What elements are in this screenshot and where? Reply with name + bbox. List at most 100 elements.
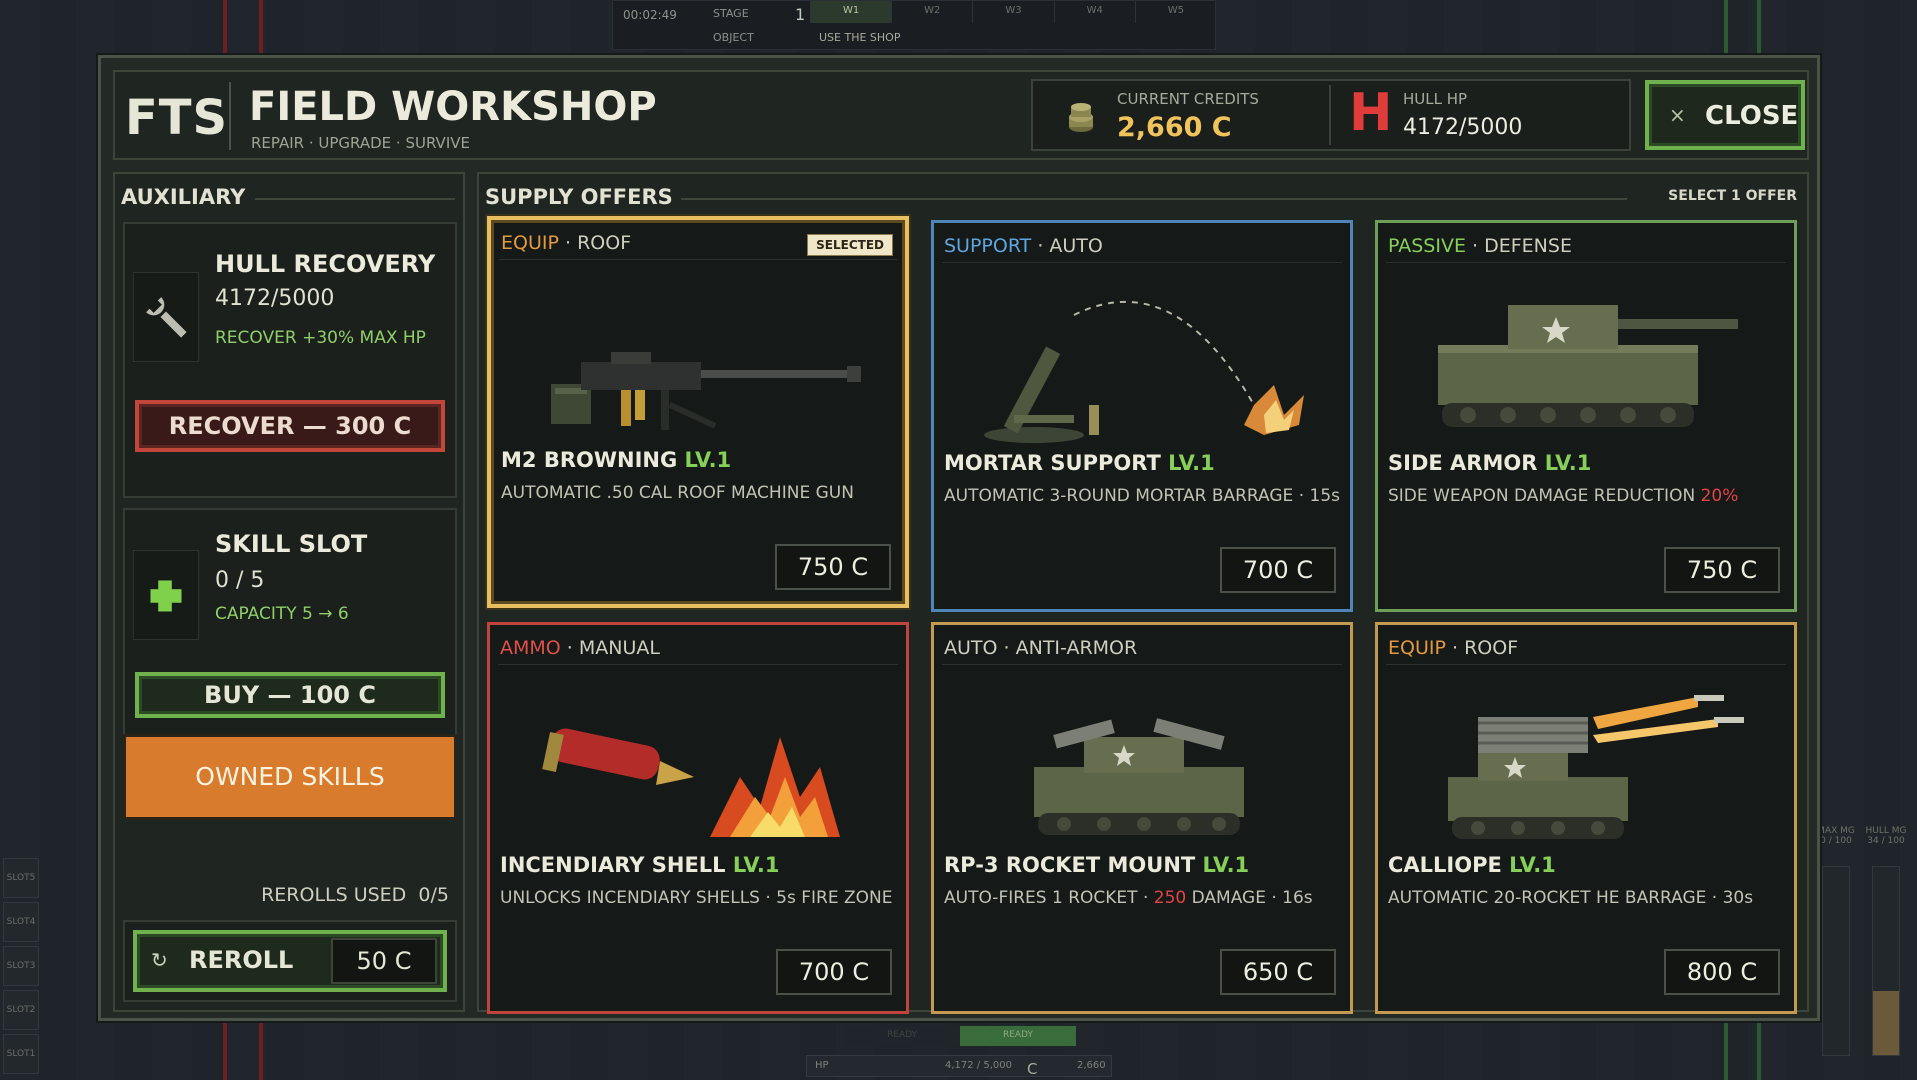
category-tag: EQUIP xyxy=(501,232,559,254)
hull-recovery-card: HULL RECOVERY 4172/5000 RECOVER +30% MAX… xyxy=(123,222,457,498)
category-sub: AUTO xyxy=(1049,235,1103,257)
offer-card-mortar-support[interactable]: SUPPORT · AUTO MORTAR SUPPORT LV.1 AUTOM… xyxy=(931,220,1353,612)
item-level: LV.1 xyxy=(1202,853,1250,877)
category-tag: AUTO xyxy=(944,637,998,659)
bottom-hud: HP 4,172 / 5,000 C 2,660 xyxy=(806,1055,1112,1078)
machine-gun-icon xyxy=(551,352,861,430)
skill-slot-title: SKILL SLOT xyxy=(215,530,368,558)
price-tag: 750 C xyxy=(1664,547,1780,593)
card-description: AUTOMATIC 20-ROCKET HE BARRAGE · 30s xyxy=(1388,888,1754,908)
item-name: MORTAR SUPPORT xyxy=(944,451,1161,475)
mortar-icon xyxy=(984,300,1304,443)
price-tag: 700 C xyxy=(776,949,892,995)
item-name: CALLIOPE xyxy=(1388,853,1502,877)
selected-badge: SELECTED xyxy=(807,234,893,256)
card-header: SUPPORT · AUTO xyxy=(942,229,1342,263)
card-header: AUTO · ANTI-ARMOR xyxy=(942,631,1342,665)
card-description: AUTOMATIC 3-ROUND MORTAR BARRAGE · 15s xyxy=(944,486,1340,506)
hull-recovery-value: 4172/5000 xyxy=(215,286,335,311)
card-title: CALLIOPE LV.1 xyxy=(1388,853,1556,877)
recover-button[interactable]: RECOVER — 300 C xyxy=(135,400,445,452)
meter-value: 0 / 100 xyxy=(1820,836,1852,846)
category-tag: EQUIP xyxy=(1388,637,1446,659)
close-icon: × xyxy=(1669,103,1686,127)
close-button[interactable]: × CLOSE xyxy=(1645,80,1805,150)
hull-hp-label: HULL HP xyxy=(1403,90,1468,108)
field-workshop-panel: FTS FIELD WORKSHOP REPAIR · UPGRADE · SU… xyxy=(98,55,1820,1021)
card-title: SIDE ARMOR LV.1 xyxy=(1388,451,1591,475)
desc-text: AUTO-FIRES 1 ROCKET · xyxy=(944,888,1154,908)
category-sub: MANUAL xyxy=(578,637,660,659)
status-box: CURRENT CREDITS 2,660 C H HULL HP 4172/5… xyxy=(1031,79,1631,151)
offer-card-m2-browning[interactable]: EQUIP · ROOF SELECTED M2 BROWNING LV.1 A… xyxy=(487,216,909,608)
card-description: AUTOMATIC .50 CAL ROOF MACHINE GUN xyxy=(501,483,854,503)
category-tag: PASSIVE xyxy=(1388,235,1466,257)
stage-label: STAGE xyxy=(713,7,749,20)
card-title: RP-3 ROCKET MOUNT LV.1 xyxy=(944,853,1249,877)
rerolls-counter: REROLLS USED 0/5 xyxy=(261,884,449,906)
card-title: M2 BROWNING LV.1 xyxy=(501,448,731,472)
card-title: INCENDIARY SHELL LV.1 xyxy=(500,853,780,877)
category-sub: DEFENSE xyxy=(1484,235,1572,257)
card-category: EQUIP · ROOF xyxy=(1388,637,1519,659)
price-tag: 750 C xyxy=(775,544,891,590)
reroll-label: REROLL xyxy=(189,946,294,974)
price-tag: 650 C xyxy=(1220,949,1336,995)
meter-name: MAX MG xyxy=(1817,826,1855,836)
reroll-price: 50 C xyxy=(331,938,437,984)
select-offer-note: SELECT 1 OFFER xyxy=(1668,188,1797,204)
stage-timer: 00:02:49 xyxy=(623,8,677,22)
wave-marker: W3 xyxy=(972,1,1053,23)
refresh-icon: ↻ xyxy=(151,948,168,972)
offer-card-side-armor[interactable]: PASSIVE · DEFENSE SIDE ARMOR LV.1 SIDE W… xyxy=(1375,220,1797,612)
buy-slot-button[interactable]: BUY — 100 C xyxy=(135,672,445,718)
objective-label: OBJECT xyxy=(713,31,754,44)
card-description: AUTO-FIRES 1 ROCKET · 250 DAMAGE · 16s xyxy=(944,885,1344,911)
reroll-container: ↻ REROLL 50 C xyxy=(123,920,457,1002)
fire-shell-icon xyxy=(542,728,840,837)
slot-indicator: SLOT2 xyxy=(3,990,39,1030)
card-header: AMMO · MANUAL xyxy=(498,631,898,665)
card-header: EQUIP · ROOF xyxy=(1386,631,1786,665)
card-category: EQUIP · ROOF xyxy=(501,232,632,254)
meter-bar xyxy=(1822,866,1850,1056)
skill-slot-card: SKILL SLOT 0 / 5 CAPACITY 5 → 6 BUY — 10… xyxy=(123,508,457,738)
divider xyxy=(229,82,231,150)
tank-icon xyxy=(1438,305,1738,427)
price-tag: 700 C xyxy=(1220,547,1336,593)
card-header: EQUIP · ROOF SELECTED xyxy=(499,226,897,260)
close-label: CLOSE xyxy=(1705,101,1799,131)
logo: FTS xyxy=(125,90,229,146)
item-level: LV.1 xyxy=(1544,451,1592,475)
offer-card-rp3-rocket-mount[interactable]: AUTO · ANTI-ARMOR RP-3 ROCKET MOUNT LV.1… xyxy=(931,622,1353,1014)
meter-value: 34 / 100 xyxy=(1867,836,1905,846)
card-category: PASSIVE · DEFENSE xyxy=(1388,235,1572,257)
offer-card-incendiary-shell[interactable]: AMMO · MANUAL INCENDIARY SHELL LV.1 UNLO… xyxy=(487,622,909,1014)
desc-text: SIDE WEAPON DAMAGE REDUCTION xyxy=(1388,486,1701,506)
hp-label: HP xyxy=(815,1060,829,1071)
wave-marker: W2 xyxy=(891,1,972,23)
meter-name: HULL MG xyxy=(1865,826,1907,836)
divider xyxy=(681,198,1627,200)
reroll-button[interactable]: ↻ REROLL 50 C xyxy=(133,930,447,992)
owned-skills-button[interactable]: OWNED SKILLS xyxy=(123,734,457,820)
auxiliary-panel: AUXILIARY HULL RECOVERY 4172/5000 RECOVE… xyxy=(113,172,465,1012)
desc-highlight: 20% xyxy=(1700,486,1739,506)
slot-indicator: SLOT4 xyxy=(3,902,39,942)
item-name: RP-3 ROCKET MOUNT xyxy=(944,853,1196,877)
weapon-meters: MAX MG 0 / 100 HULL MG 34 / 100 xyxy=(1814,826,1914,1076)
divider xyxy=(255,198,455,200)
meter-bar xyxy=(1872,866,1900,1056)
offer-card-calliope[interactable]: EQUIP · ROOF CALLIOPE LV.1 AUTOMATIC 20-… xyxy=(1375,622,1797,1014)
credits-label: CURRENT CREDITS xyxy=(1117,90,1259,108)
top-hud: 00:02:49 STAGE 1 W1 W2 W3 W4 W5 OBJECT U… xyxy=(612,0,1216,50)
skill-slot-desc: CAPACITY 5 → 6 xyxy=(215,604,349,624)
auxiliary-title: AUXILIARY xyxy=(121,185,246,209)
divider xyxy=(1329,85,1331,145)
price-tag: 800 C xyxy=(1664,949,1780,995)
card-category: AUTO · ANTI-ARMOR xyxy=(944,637,1138,659)
item-level: LV.1 xyxy=(684,448,732,472)
ready-label: READY xyxy=(844,1026,960,1046)
hull-hp-value: 4172/5000 xyxy=(1403,115,1523,140)
ready-label: READY xyxy=(960,1026,1076,1046)
